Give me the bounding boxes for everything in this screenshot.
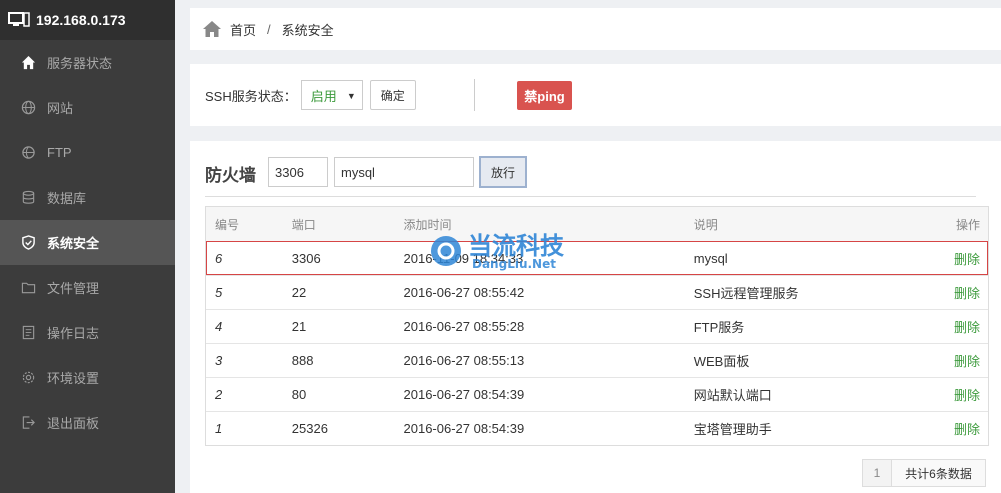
- row-desc: WEB面板: [693, 354, 750, 369]
- table-row: 1 25326 2016-06-27 08:54:39 宝塔管理助手 删除: [206, 411, 988, 445]
- sidebar-item-database[interactable]: 数据库: [0, 175, 175, 220]
- sidebar-item-label: 退出面板: [47, 416, 100, 431]
- ssh-status-label: SSH服务状态：: [205, 88, 297, 104]
- row-id: 3: [215, 353, 223, 368]
- table-row: 5 22 2016-06-27 08:55:42 SSH远程管理服务 删除: [206, 275, 988, 309]
- breadcrumb-current: 系统安全: [281, 22, 334, 38]
- row-time: 2016-11-09 18:34:33: [403, 251, 524, 266]
- row-port: 25326: [291, 421, 328, 436]
- page-number[interactable]: 1: [862, 459, 892, 487]
- caret-down-icon: ▼: [346, 91, 356, 101]
- firewall-title: 防火墙: [205, 166, 256, 185]
- sidebar-item-website[interactable]: 网站: [0, 85, 175, 130]
- delete-link[interactable]: 删除: [923, 249, 988, 268]
- row-time: 2016-06-27 08:54:39: [403, 387, 525, 402]
- home-icon[interactable]: [202, 20, 222, 38]
- divider: [205, 196, 976, 197]
- row-desc: 网站默认端口: [693, 388, 772, 403]
- sidebar-item-label: 网站: [47, 101, 74, 116]
- sidebar-item-logs[interactable]: 操作日志: [0, 310, 175, 355]
- sidebar-item-security[interactable]: 系统安全: [0, 220, 175, 265]
- row-time: 2016-06-27 08:54:39: [403, 421, 525, 436]
- ssh-panel: SSH服务状态： 启用 ▼ 确定 禁ping: [190, 64, 1001, 126]
- row-desc: mysql: [693, 251, 728, 266]
- table-row: 4 21 2016-06-27 08:55:28 FTP服务 删除: [206, 309, 988, 343]
- delete-link[interactable]: 删除: [923, 419, 988, 438]
- database-icon: [20, 190, 36, 206]
- header-desc: 说明: [693, 217, 718, 232]
- row-id: 5: [215, 285, 223, 300]
- ssh-status-value: 启用: [310, 88, 337, 104]
- sidebar-item-server-status[interactable]: 服务器状态: [0, 40, 175, 85]
- disable-ping-button[interactable]: 禁ping: [517, 81, 572, 110]
- header-action: 操作: [955, 217, 980, 232]
- total-count: 共计6条数据: [892, 459, 986, 487]
- row-id: 4: [215, 319, 223, 334]
- row-id: 1: [215, 421, 223, 436]
- header-id: 编号: [215, 217, 240, 232]
- row-port: 21: [291, 319, 307, 334]
- row-time: 2016-06-27 08:55:42: [403, 285, 525, 300]
- main-content: 首页 / 系统安全 SSH服务状态： 启用 ▼ 确定 禁ping 防火墙 330…: [175, 0, 1001, 493]
- ftp-icon: [20, 145, 36, 161]
- sidebar-item-label: FTP: [47, 145, 72, 160]
- server-header: 192.168.0.173: [0, 0, 175, 40]
- sidebar-item-label: 数据库: [47, 191, 87, 206]
- pagination: 1 共计6条数据: [862, 459, 986, 487]
- row-id: 2: [215, 387, 223, 402]
- row-desc: SSH远程管理服务: [693, 286, 799, 301]
- divider: [473, 79, 475, 111]
- sidebar: 192.168.0.173 服务器状态 网站 FTP 数据库 系统安全 文件管理…: [0, 0, 175, 493]
- table-row: 3 888 2016-06-27 08:55:13 WEB面板 删除: [206, 343, 988, 377]
- sidebar-item-settings[interactable]: 环境设置: [0, 355, 175, 400]
- row-desc: 宝塔管理助手: [693, 422, 772, 437]
- logout-icon: [20, 415, 36, 431]
- description-input[interactable]: mysql: [334, 157, 474, 187]
- sidebar-item-label: 操作日志: [47, 326, 100, 341]
- confirm-button[interactable]: 确定: [369, 80, 416, 110]
- sidebar-item-label: 环境设置: [47, 371, 100, 386]
- header-port: 端口: [291, 217, 316, 232]
- breadcrumb: 首页 / 系统安全: [190, 8, 1001, 50]
- globe-icon: [20, 100, 36, 116]
- firewall-panel: 防火墙 3306 mysql 放行 编号 端口 添加时间 说明 操作 6 330…: [190, 141, 1001, 493]
- sidebar-item-label: 系统安全: [47, 236, 100, 251]
- log-icon: [20, 325, 36, 341]
- ssh-status-select[interactable]: 启用 ▼: [300, 80, 363, 110]
- row-id: 6: [215, 251, 223, 266]
- sidebar-item-ftp[interactable]: FTP: [0, 130, 175, 175]
- row-desc: FTP服务: [693, 320, 745, 335]
- table-row: 6 3306 2016-11-09 18:34:33 mysql 删除: [206, 241, 988, 275]
- sidebar-item-files[interactable]: 文件管理: [0, 265, 175, 310]
- breadcrumb-separator: /: [267, 21, 271, 37]
- row-time: 2016-06-27 08:55:13: [403, 353, 525, 368]
- monitor-icon: [8, 12, 30, 27]
- breadcrumb-home-link[interactable]: 首页: [230, 20, 256, 39]
- sidebar-item-label: 服务器状态: [47, 56, 113, 71]
- gear-icon: [20, 370, 36, 386]
- home-icon: [20, 55, 36, 71]
- sidebar-item-label: 文件管理: [47, 281, 100, 296]
- server-host: 192.168.0.173: [36, 12, 126, 28]
- port-input[interactable]: 3306: [268, 157, 328, 187]
- delete-link[interactable]: 删除: [923, 385, 988, 404]
- sidebar-item-logout[interactable]: 退出面板: [0, 400, 175, 445]
- header-time: 添加时间: [403, 217, 452, 232]
- row-port: 22: [291, 285, 307, 300]
- delete-link[interactable]: 删除: [923, 351, 988, 370]
- table-row: 2 80 2016-06-27 08:54:39 网站默认端口 删除: [206, 377, 988, 411]
- row-port: 80: [291, 387, 307, 402]
- allow-button[interactable]: 放行: [479, 156, 527, 188]
- row-time: 2016-06-27 08:55:28: [403, 319, 525, 334]
- shield-icon: [20, 235, 36, 251]
- table-header: 编号 端口 添加时间 说明 操作: [206, 207, 988, 241]
- delete-link[interactable]: 删除: [923, 317, 988, 336]
- folder-icon: [20, 280, 36, 296]
- delete-link[interactable]: 删除: [923, 283, 988, 302]
- row-port: 3306: [291, 251, 321, 266]
- firewall-table: 编号 端口 添加时间 说明 操作 6 3306 2016-11-09 18:34…: [205, 206, 989, 446]
- row-port: 888: [291, 353, 314, 368]
